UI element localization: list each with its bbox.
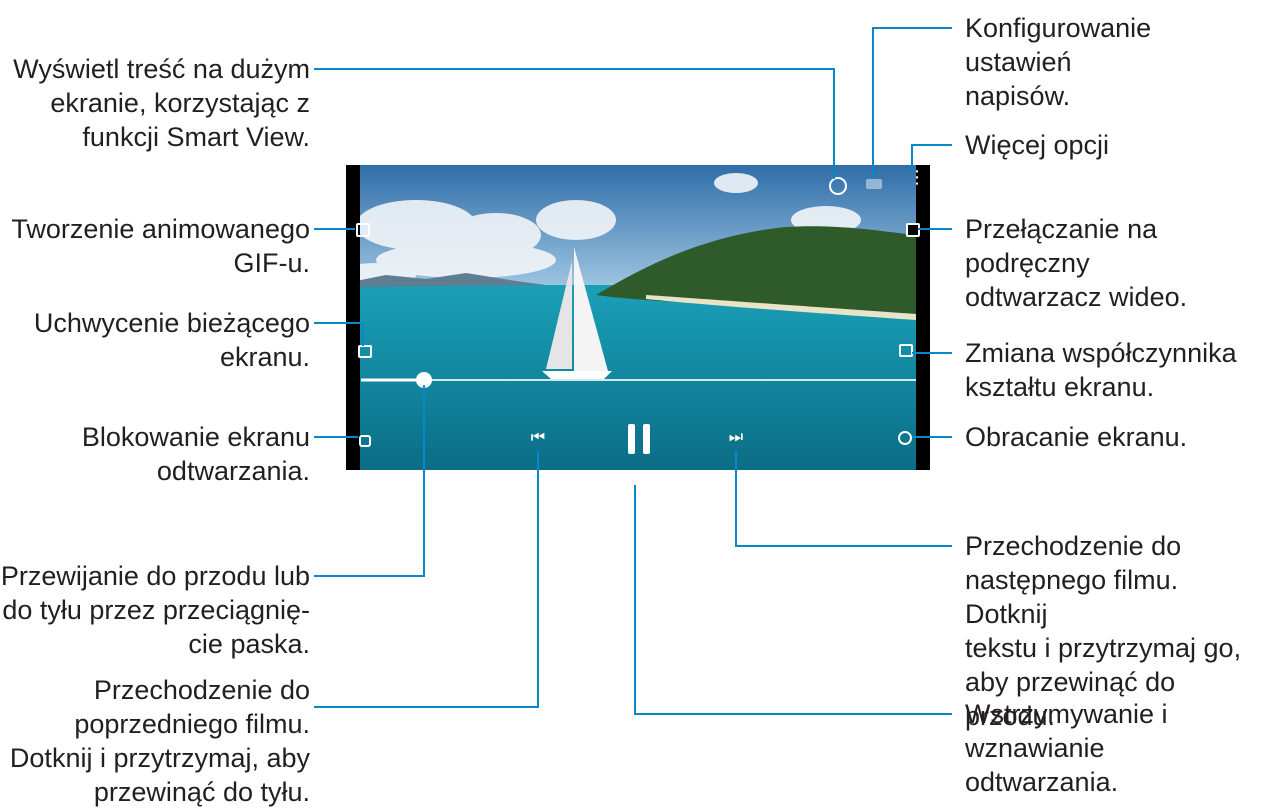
- leader-capture: [314, 322, 364, 346]
- callout-ratio: Zmiana współczynnika kształtu ekranu.: [965, 338, 1237, 402]
- callout-seek: Przewijanie do przodu lub do tyłu przez …: [0, 561, 310, 659]
- leader-more: [911, 144, 952, 172]
- callout-popup: Przełączanie na podręczny odtwarzacz wid…: [965, 214, 1188, 312]
- callout-gif: Tworzenie animowanego GIF-u.: [11, 214, 310, 278]
- callout-more: Więcej opcji: [965, 130, 1110, 160]
- callout-lock: Blokowanie ekranu odtwarzania.: [81, 422, 310, 486]
- callout-subtitles: Konfigurowanie ustawień napisów.: [965, 13, 1152, 111]
- leader-seek: [314, 385, 425, 577]
- callout-rotate: Obracanie ekranu.: [965, 422, 1188, 452]
- callout-pause: Wstrzymywanie i wznawianie odtwarzania.: [965, 699, 1168, 797]
- leader-smart-view: [314, 68, 835, 179]
- callout-previous: Przechodzenie do poprzedniego filmu. Dot…: [9, 675, 310, 807]
- leader-next: [735, 451, 952, 547]
- leader-previous: [314, 451, 539, 708]
- callout-smart-view: Wyświetl treść na dużym ekranie, korzyst…: [13, 54, 310, 152]
- callout-capture: Uchwycenie bieżącego ekranu.: [33, 308, 310, 372]
- leader-pause: [634, 485, 952, 715]
